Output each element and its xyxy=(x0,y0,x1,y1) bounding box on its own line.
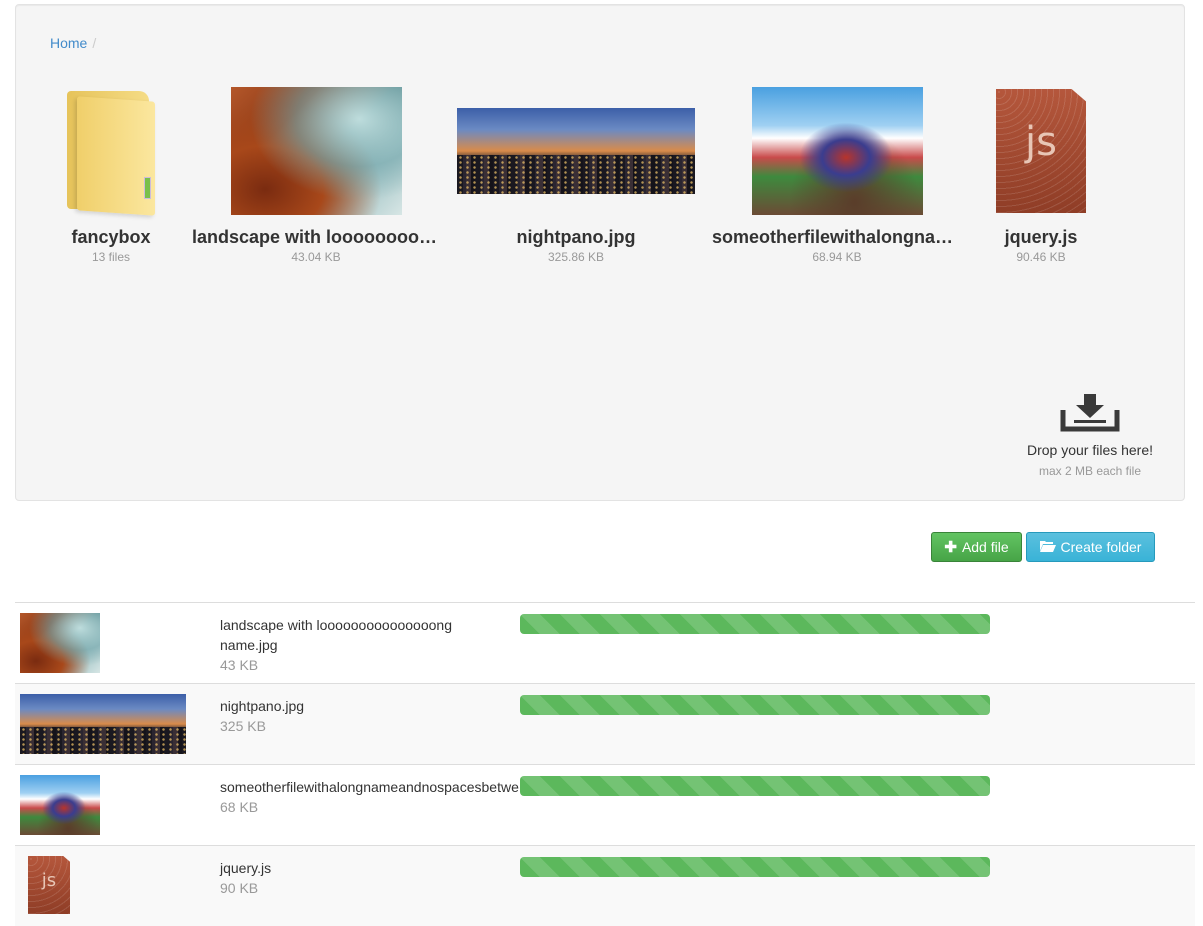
dropzone-label: Drop your files here! xyxy=(1026,442,1154,458)
js-file-icon: js xyxy=(996,89,1086,213)
landscape-image xyxy=(230,87,402,215)
upload-row: someotherfilewithalongnameandnospacesbet… xyxy=(15,764,1195,845)
file-browser-panel: Home / fancybox 13 files landscape with l… xyxy=(15,4,1185,501)
upload-info: someotherfilewithalongnameandnospacesbet… xyxy=(220,777,520,817)
upload-thumb xyxy=(20,613,100,673)
folder-thumb xyxy=(56,85,166,217)
file-thumb xyxy=(712,85,962,217)
landscape-image xyxy=(20,613,100,673)
plus-icon: ✚ xyxy=(944,539,957,556)
upload-thumb: js xyxy=(28,856,70,914)
upload-progress xyxy=(520,695,990,715)
progress-bar-fill xyxy=(520,695,990,715)
file-thumb: js xyxy=(986,85,1096,217)
upload-row: js jquery.js 90 KB xyxy=(15,845,1195,926)
item-meta: 90.46 KB xyxy=(1016,250,1066,264)
create-folder-label: Create folder xyxy=(1060,539,1142,555)
motocross-image xyxy=(751,87,923,215)
item-meta: 68.94 KB xyxy=(812,250,862,264)
progress-bar-fill xyxy=(520,614,990,634)
grid-item-file[interactable]: landscape with looooooooooooooong name.j… xyxy=(192,85,440,264)
item-name: nightpano.jpg xyxy=(516,227,636,247)
dropzone[interactable]: Drop your files here! max 2 MB each file xyxy=(1020,394,1160,478)
grid-item-folder[interactable]: fancybox 13 files xyxy=(56,85,166,264)
item-name: landscape with looooooooooooooong name.j… xyxy=(192,227,440,247)
breadcrumb-home-link[interactable]: Home xyxy=(50,35,87,51)
upload-thumb xyxy=(20,775,100,835)
upload-row: landscape with looooooooooooooong name.j… xyxy=(15,602,1195,683)
upload-info: nightpano.jpg 325 KB xyxy=(220,696,520,736)
upload-size: 90 KB xyxy=(220,880,259,896)
item-name: jquery.js xyxy=(1004,227,1078,247)
upload-name: landscape with looooooooooooooong name.j… xyxy=(220,617,452,653)
item-meta: 325.86 KB xyxy=(547,250,605,264)
upload-list: landscape with looooooooooooooong name.j… xyxy=(15,602,1195,926)
folder-icon xyxy=(63,89,159,216)
create-folder-button[interactable]: Create folder xyxy=(1026,532,1155,562)
item-name: fancybox xyxy=(71,227,151,247)
folder-open-icon xyxy=(1039,539,1056,555)
motocross-image xyxy=(20,775,100,835)
grid-item-file[interactable]: js jquery.js 90.46 KB xyxy=(986,85,1096,264)
breadcrumb-separator: / xyxy=(92,35,97,51)
upload-progress xyxy=(520,776,990,796)
download-tray-icon xyxy=(1060,394,1120,432)
breadcrumb: Home / xyxy=(50,35,101,51)
upload-name: jquery.js xyxy=(220,860,272,876)
item-meta: 13 files xyxy=(91,250,131,264)
add-file-button[interactable]: ✚ Add file xyxy=(931,532,1022,562)
progress-bar-fill xyxy=(520,857,990,877)
nightpano-image xyxy=(457,108,695,194)
upload-size: 68 KB xyxy=(220,799,259,815)
add-file-label: Add file xyxy=(961,539,1009,555)
file-thumb xyxy=(192,85,440,217)
js-file-icon: js xyxy=(28,856,70,914)
nightpano-image xyxy=(20,694,186,754)
progress-bar-fill xyxy=(520,776,990,796)
upload-progress xyxy=(520,614,990,634)
upload-name: nightpano.jpg xyxy=(220,698,305,714)
upload-info: jquery.js 90 KB xyxy=(220,858,520,898)
upload-thumb xyxy=(20,694,186,754)
upload-progress xyxy=(520,857,990,877)
upload-name: someotherfilewithalongnameandnospacesbet… xyxy=(220,779,519,795)
item-meta: 43.04 KB xyxy=(291,250,341,264)
file-thumb xyxy=(456,85,696,217)
upload-info: landscape with looooooooooooooong name.j… xyxy=(220,615,520,675)
item-name: someotherfilewithalongnameandnospacesbet… xyxy=(712,227,962,247)
grid-item-file[interactable]: someotherfilewithalongnameandnospacesbet… xyxy=(712,85,962,264)
upload-size: 325 KB xyxy=(220,718,266,734)
grid-item-file[interactable]: nightpano.jpg 325.86 KB xyxy=(456,85,696,264)
js-file-icon-label: js xyxy=(41,870,57,891)
js-file-icon-label: js xyxy=(1025,119,1057,165)
upload-size: 43 KB xyxy=(220,657,259,673)
upload-row: nightpano.jpg 325 KB xyxy=(15,683,1195,764)
dropzone-sub: max 2 MB each file xyxy=(1038,464,1142,478)
